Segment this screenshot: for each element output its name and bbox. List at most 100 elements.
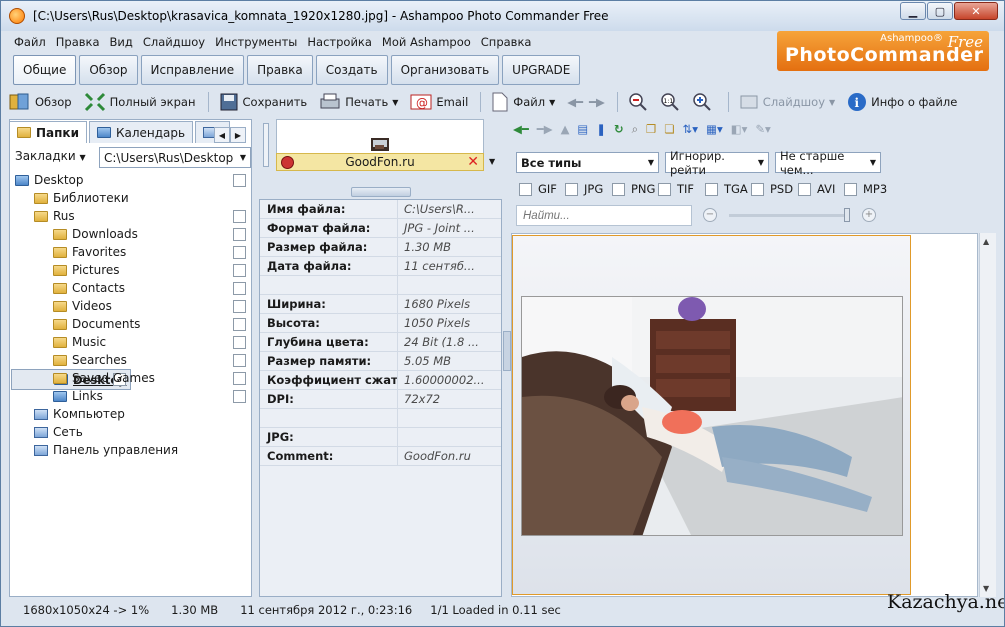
tree-item[interactable]: Favorites	[11, 243, 250, 261]
zoom-slider[interactable]	[729, 214, 849, 217]
menu-edit[interactable]: Правка	[51, 33, 105, 51]
chevron-down-icon[interactable]: ▼	[829, 98, 835, 107]
up-icon[interactable]: ▲	[561, 122, 570, 136]
tree-item[interactable]: Компьютер	[11, 405, 250, 423]
view-icon[interactable]: ▤	[577, 122, 588, 136]
tree-item[interactable]: Desktop	[11, 171, 250, 189]
age-filter[interactable]: Не старше чем... ▼	[775, 149, 881, 177]
ext-filter-mp3[interactable]: MP3	[844, 182, 887, 196]
ext-filter-jpg[interactable]: JPG	[565, 182, 603, 196]
tab-upgrade[interactable]: UPGRADE	[502, 55, 581, 85]
tree-item[interactable]: Contacts	[11, 279, 250, 297]
app-icon[interactable]	[9, 8, 25, 24]
move-icon[interactable]: ❏	[664, 122, 674, 136]
file-button[interactable]: Файл ▼	[491, 92, 555, 112]
checkbox[interactable]	[844, 182, 857, 196]
tree-item-checkbox[interactable]	[233, 335, 246, 349]
photo-preview[interactable]	[521, 296, 903, 536]
back-icon[interactable]: ◀━	[513, 122, 529, 136]
tree-item[interactable]: Music	[11, 333, 250, 351]
tree-item-checkbox[interactable]	[233, 263, 246, 277]
tree-item-checkbox[interactable]	[233, 371, 246, 385]
print-button[interactable]: Печать ▼	[319, 92, 398, 112]
save-button[interactable]: Сохранить	[219, 92, 307, 112]
menu-help[interactable]: Справка	[476, 33, 537, 51]
minimize-button[interactable]: ▁	[900, 2, 926, 20]
tree-item[interactable]: Saved Games	[11, 369, 250, 387]
slideshow-button[interactable]: Слайдшоу ▼	[739, 92, 835, 112]
tree-item[interactable]: Rus	[11, 207, 250, 225]
checkbox[interactable]	[705, 182, 718, 196]
checkbox[interactable]	[751, 182, 764, 196]
tab-calendar[interactable]: Календарь	[88, 121, 194, 143]
tab-organize[interactable]: Организовать	[390, 55, 500, 85]
zoom-in-icon[interactable]	[692, 92, 716, 112]
layout-icon[interactable]: ▦▾	[706, 122, 723, 136]
tree-item-checkbox[interactable]	[233, 227, 246, 241]
menu-settings[interactable]: Настройка	[302, 33, 377, 51]
panel-splitter[interactable]	[503, 331, 511, 371]
ext-filter-tif[interactable]: TIF	[658, 182, 694, 196]
filter-icon[interactable]: ◧▾	[731, 122, 748, 136]
chevron-down-icon[interactable]: ▼	[489, 157, 495, 166]
ext-filter-avi[interactable]: AVI	[798, 182, 835, 196]
zoom-actual-icon[interactable]: 1:1	[660, 92, 684, 112]
tree-item[interactable]: Панель управления	[11, 441, 250, 459]
checkbox[interactable]	[658, 182, 671, 196]
close-button[interactable]: ✕	[954, 2, 998, 20]
tab-edit[interactable]: Правка	[247, 55, 313, 85]
tab-fix[interactable]: Исправление	[140, 55, 245, 85]
search-input[interactable]	[516, 205, 692, 226]
tree-item-checkbox[interactable]	[233, 281, 246, 295]
scroll-up-icon[interactable]: ▲	[983, 237, 989, 246]
tab-browse[interactable]: Обзор	[79, 55, 138, 85]
tree-item[interactable]: Searches	[11, 351, 250, 369]
rating-filter[interactable]: Игнорир. рейти ▼	[665, 149, 769, 177]
tools-icon[interactable]: ✎▾	[755, 122, 770, 136]
back-arrow-icon[interactable]: ◀━	[567, 95, 583, 109]
sort-icon[interactable]: ⇅▾	[683, 122, 698, 136]
tree-item[interactable]: Downloads	[11, 225, 250, 243]
email-button[interactable]: @ Email	[410, 92, 468, 112]
thumb-size-slider[interactable]	[263, 123, 269, 167]
tree-item-checkbox[interactable]	[233, 353, 246, 367]
chevron-down-icon[interactable]: ▼	[549, 98, 555, 107]
checkbox[interactable]	[519, 182, 532, 196]
file-type-filter[interactable]: Все типы ▼	[516, 152, 659, 173]
tree-item[interactable]: Сеть	[11, 423, 250, 441]
forward-arrow-icon[interactable]: ━▶	[589, 95, 605, 109]
file-info-button[interactable]: i Инфо о файле	[847, 92, 957, 112]
tree-item-checkbox[interactable]	[233, 317, 246, 331]
tree-item-checkbox[interactable]	[233, 245, 246, 259]
tree-item-checkbox[interactable]	[233, 173, 246, 187]
tab-folders[interactable]: Папки	[9, 121, 87, 143]
tree-item-checkbox[interactable]	[233, 299, 246, 313]
zoom-plus-icon[interactable]: +	[862, 208, 876, 222]
checkbox[interactable]	[798, 182, 811, 196]
zoom-slider-knob[interactable]	[844, 208, 850, 222]
menu-slideshow[interactable]: Слайдшоу	[138, 33, 210, 51]
path-selector[interactable]: C:\Users\Rus\Desktop ▼	[99, 147, 251, 168]
bookmarks-dropdown[interactable]: Закладки ▼	[15, 149, 86, 163]
info-small-icon[interactable]: ❚	[596, 122, 606, 136]
search-icon[interactable]: ⌕	[632, 122, 638, 137]
delete-icon[interactable]: ✕	[467, 154, 479, 170]
menu-tools[interactable]: Инструменты	[210, 33, 302, 51]
chevron-down-icon[interactable]: ▼	[392, 98, 398, 107]
tree-item[interactable]: Pictures	[11, 261, 250, 279]
forward-icon[interactable]: ━▶	[537, 122, 553, 136]
tab-scroll-left-icon[interactable]: ◀	[214, 127, 230, 143]
tree-item-checkbox[interactable]	[233, 389, 246, 403]
fullscreen-button[interactable]: Полный экран	[84, 92, 196, 112]
tree-item[interactable]: Links	[11, 387, 250, 405]
menu-view[interactable]: Вид	[105, 33, 138, 51]
tree-item[interactable]: Videos	[11, 297, 250, 315]
thumbnail-caption[interactable]: GoodFon.ru ✕	[276, 153, 484, 171]
panel-collapse-handle[interactable]	[351, 187, 411, 197]
tree-item[interactable]: Библиотеки	[11, 189, 250, 207]
overview-button[interactable]: Обзор	[9, 92, 72, 112]
refresh-icon[interactable]: ↻	[614, 122, 624, 136]
tab-scroll-right-icon[interactable]: ▶	[230, 127, 246, 143]
checkbox[interactable]	[565, 182, 578, 196]
tree-item[interactable]: Documents	[11, 315, 250, 333]
